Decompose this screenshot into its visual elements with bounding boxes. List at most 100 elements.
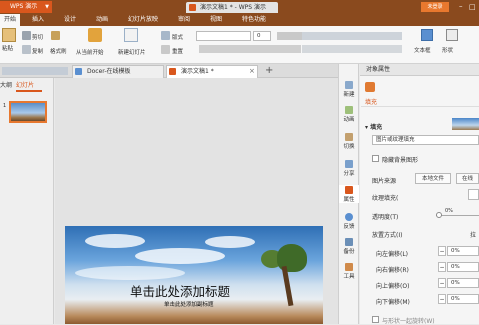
paragraph-buttons[interactable] xyxy=(302,32,402,40)
menu-slideshow[interactable]: 幻灯片放映 xyxy=(128,14,158,26)
down-offset-label: 向下偏移(M) xyxy=(376,299,410,306)
feedback-icon xyxy=(345,213,353,221)
vstrip-feedback[interactable]: 反馈 xyxy=(339,212,359,230)
slide-subtitle-placeholder[interactable]: 单击此处添加副标题 xyxy=(164,300,214,308)
align-buttons[interactable] xyxy=(302,45,402,53)
placement-select[interactable]: 拉 xyxy=(470,230,476,239)
vstrip-animation[interactable]: 动画 xyxy=(339,105,359,123)
format-painter-label[interactable]: 格式刷 xyxy=(50,47,67,55)
down-offset-minus[interactable]: − xyxy=(438,294,446,304)
slide-title-placeholder[interactable]: 单击此处添加标题 xyxy=(130,281,230,300)
login-button[interactable]: 未登录 xyxy=(421,2,449,12)
slide[interactable] xyxy=(65,226,323,324)
cut-label[interactable]: 剪切 xyxy=(32,33,43,41)
down-offset-input[interactable]: 0% xyxy=(447,294,479,304)
app-menu-button[interactable]: WPS 演示 ▼ xyxy=(0,1,52,13)
window-tab-label: 演示文稿1 * - WPS 演示 xyxy=(200,4,266,11)
shape-button[interactable]: 形状 xyxy=(442,46,453,54)
docer-icon xyxy=(75,68,82,75)
presentation-icon xyxy=(169,68,176,75)
up-offset-minus[interactable]: − xyxy=(438,278,446,288)
local-file-button[interactable]: 本地文件 xyxy=(415,173,451,184)
right-offset-input[interactable]: 0% xyxy=(447,262,479,272)
doc-tab-presentation[interactable]: 演示文稿1 * xyxy=(166,65,258,78)
app-menu-label: WPS 演示 xyxy=(10,3,38,10)
layout-icon[interactable] xyxy=(161,31,170,40)
textbox-button[interactable]: 文本框 xyxy=(414,46,431,54)
doc-tab-docer[interactable]: Docer-在线模板 xyxy=(72,65,164,78)
transparency-slider-handle[interactable] xyxy=(436,212,442,218)
texture-picker[interactable] xyxy=(468,189,479,200)
menu-design[interactable]: 设计 xyxy=(64,14,76,26)
new-slide-button[interactable]: 新建幻灯片 xyxy=(118,48,146,56)
chevron-down-icon: ▼ xyxy=(45,4,49,10)
play-from-current-icon[interactable] xyxy=(88,28,102,42)
hide-bg-checkbox[interactable] xyxy=(372,155,379,162)
new-slide-icon[interactable] xyxy=(124,28,138,42)
window-tab[interactable]: 演示文稿1 * - WPS 演示 xyxy=(186,2,278,13)
font-name-select[interactable] xyxy=(196,31,251,41)
tools-icon xyxy=(345,263,353,271)
vstrip-transition[interactable]: 切换 xyxy=(339,132,359,150)
right-offset-label: 向右偏移(R) xyxy=(376,267,409,274)
menu-review[interactable]: 审阅 xyxy=(178,14,190,26)
vstrip-properties[interactable]: 属性 xyxy=(339,185,359,203)
menu-insert[interactable]: 插入 xyxy=(32,14,44,26)
fill-preview xyxy=(452,118,479,130)
from-current-button[interactable]: 从当前开始 xyxy=(76,48,104,56)
reset-icon[interactable] xyxy=(161,45,170,54)
tab-slides[interactable]: 幻灯片 xyxy=(16,80,42,92)
scissors-icon[interactable] xyxy=(22,31,31,40)
format-painter-icon[interactable] xyxy=(51,31,60,40)
online-button[interactable]: 在线 xyxy=(456,173,479,184)
copy-label[interactable]: 复制 xyxy=(32,47,43,55)
placement-label: 放置方式(I) xyxy=(372,232,403,239)
reset-button[interactable]: 重置 xyxy=(172,47,183,55)
divider xyxy=(361,106,479,107)
right-offset-minus[interactable]: − xyxy=(438,262,446,272)
layout-button[interactable]: 版式 xyxy=(172,33,183,41)
menu-animation[interactable]: 动画 xyxy=(96,14,108,26)
transparency-slider[interactable] xyxy=(436,215,479,216)
left-offset-label: 向左偏移(L) xyxy=(376,251,409,258)
menu-special[interactable]: 特色功能 xyxy=(242,14,266,26)
slide-number: 1 xyxy=(3,103,7,109)
left-offset-minus[interactable]: − xyxy=(438,246,446,256)
fill-type-select[interactable]: 图片或纹理填充 xyxy=(372,135,479,145)
text-style-buttons[interactable] xyxy=(199,45,301,53)
quick-access-toolbar[interactable] xyxy=(2,67,68,75)
menu-home[interactable]: 开始 xyxy=(0,14,21,26)
rotate-with-shape-checkbox[interactable] xyxy=(372,316,379,323)
shape-icon[interactable] xyxy=(446,29,458,41)
vstrip-share[interactable]: 分享 xyxy=(339,159,359,177)
transition-icon xyxy=(345,133,353,141)
animation-icon xyxy=(345,106,353,114)
tab-outline[interactable]: 大纲 xyxy=(0,80,14,92)
textbox-icon[interactable] xyxy=(421,29,433,41)
new-icon xyxy=(345,81,353,89)
properties-icon xyxy=(345,186,353,194)
hide-bg-label: 隐藏背景图形 xyxy=(382,157,419,164)
vstrip-tools[interactable]: 工具 xyxy=(339,262,359,280)
minimize-icon[interactable]: – xyxy=(459,2,467,12)
left-offset-input[interactable]: 0% xyxy=(447,246,479,256)
doc-tab-presentation-label: 演示文稿1 * xyxy=(181,68,214,75)
wps-presentation-icon xyxy=(189,4,196,11)
vstrip-new[interactable]: 新建 xyxy=(339,80,359,98)
tile-label: 纹理填充( xyxy=(372,195,399,202)
close-tab-icon[interactable]: × xyxy=(249,65,257,77)
paste-label: 粘贴 xyxy=(2,46,14,52)
backup-icon xyxy=(345,238,353,246)
vstrip-backup[interactable]: 备份 xyxy=(339,237,359,255)
paint-bucket-icon[interactable] xyxy=(365,82,375,92)
slide-thumbnail[interactable] xyxy=(9,101,47,123)
copy-icon[interactable] xyxy=(22,45,31,54)
paste-icon[interactable] xyxy=(2,28,16,42)
up-offset-input[interactable]: 0% xyxy=(447,278,479,288)
new-tab-icon[interactable]: + xyxy=(265,64,275,78)
share-icon xyxy=(345,160,353,168)
maximize-icon[interactable]: □ xyxy=(469,2,477,12)
font-size-select[interactable]: 0 xyxy=(253,31,271,41)
fill-tab[interactable]: 填充 xyxy=(365,97,377,106)
menu-view[interactable]: 视图 xyxy=(210,14,222,26)
